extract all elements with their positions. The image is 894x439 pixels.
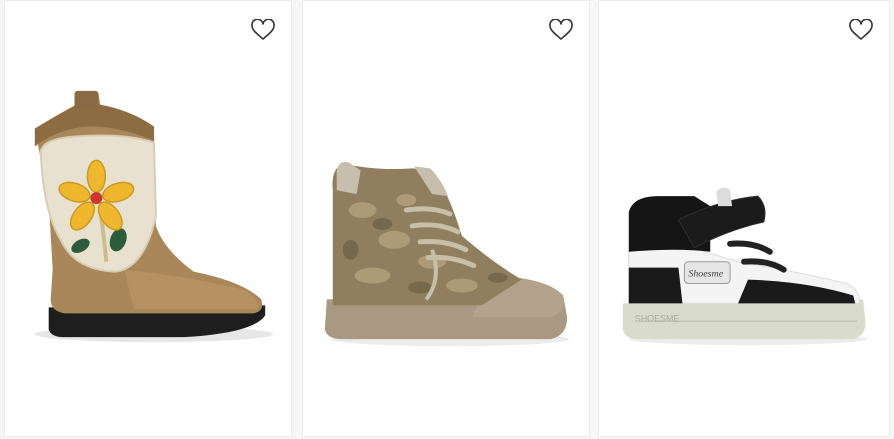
brand-label: SHOESME [635, 313, 680, 323]
product-card[interactable] [4, 0, 292, 437]
product-grid: SHOESME Shoesme [0, 0, 894, 439]
product-card[interactable] [302, 0, 590, 437]
product-image[interactable] [5, 1, 291, 436]
tongue-label: Shoesme [688, 269, 723, 280]
product-card[interactable]: SHOESME Shoesme [598, 0, 890, 437]
product-image[interactable]: SHOESME Shoesme [599, 1, 889, 436]
product-image[interactable] [303, 1, 589, 436]
